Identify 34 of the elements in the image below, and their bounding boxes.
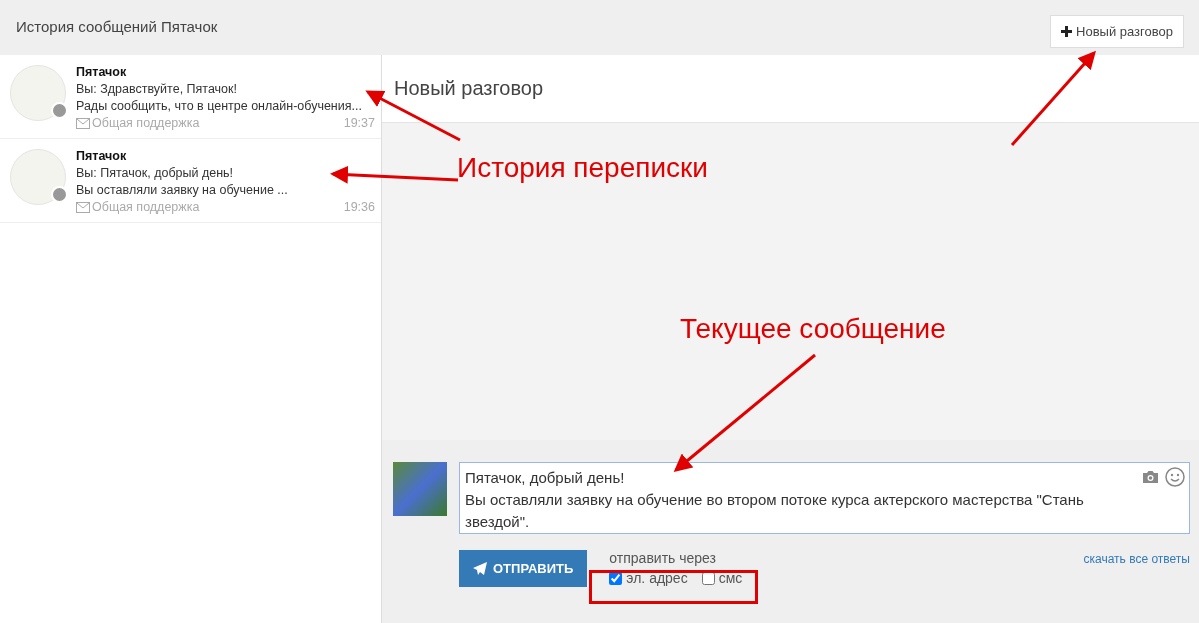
download-link[interactable]: скачать все ответы [1083, 552, 1190, 566]
paper-plane-icon [473, 561, 487, 576]
send-button[interactable]: ОТПРАВИТЬ [459, 550, 588, 587]
message-excerpt: Вы оставляли заявку на обучение ... [76, 183, 289, 197]
new-conversation-button[interactable]: Новый разговор [1050, 15, 1184, 48]
checkbox-label: смс [718, 570, 743, 586]
status-dot [51, 186, 68, 203]
checkbox-label: эл. адрес [626, 570, 688, 586]
send-via-label: отправить через [609, 550, 717, 566]
status-dot [51, 102, 68, 119]
message-preview: Вы: Здравствуйте, Пятачок! [76, 82, 238, 96]
message-time: 19:37 [343, 116, 375, 130]
page-title: История сообщений Пятачок [16, 18, 218, 35]
contact-name: Пятачок [76, 149, 128, 163]
annotation-label: История переписки [457, 152, 708, 184]
camera-icon[interactable] [1142, 470, 1159, 484]
message-preview: Вы: Пятачок, добрый день! [76, 166, 235, 180]
channel-checkbox[interactable] [609, 571, 623, 585]
message-field[interactable]: Пятачок, добрый день! Вы оставляли заявку на обучение во втором потоке курса актерского мастерства "Стань звездой". [459, 462, 1190, 534]
envelope-icon [76, 117, 90, 129]
contact-name: Пятачок [76, 65, 128, 79]
channel-checkbox[interactable] [701, 571, 715, 585]
channel-label: Общая поддержка [92, 200, 200, 214]
plus-icon [1061, 26, 1073, 37]
avatar [10, 149, 66, 205]
smiley-icon[interactable] [1165, 467, 1185, 487]
panel-title: Новый разговор [382, 55, 1199, 123]
channel-label: Общая поддержка [92, 116, 200, 130]
message-excerpt: Рады сообщить, что в центре онлайн-обучения... [76, 99, 363, 113]
avatar [10, 65, 66, 121]
message-time: 19:36 [343, 200, 375, 214]
photo-placeholder [393, 462, 447, 516]
annotation-label: Текущее сообщение [680, 313, 946, 345]
envelope-icon [76, 201, 90, 213]
